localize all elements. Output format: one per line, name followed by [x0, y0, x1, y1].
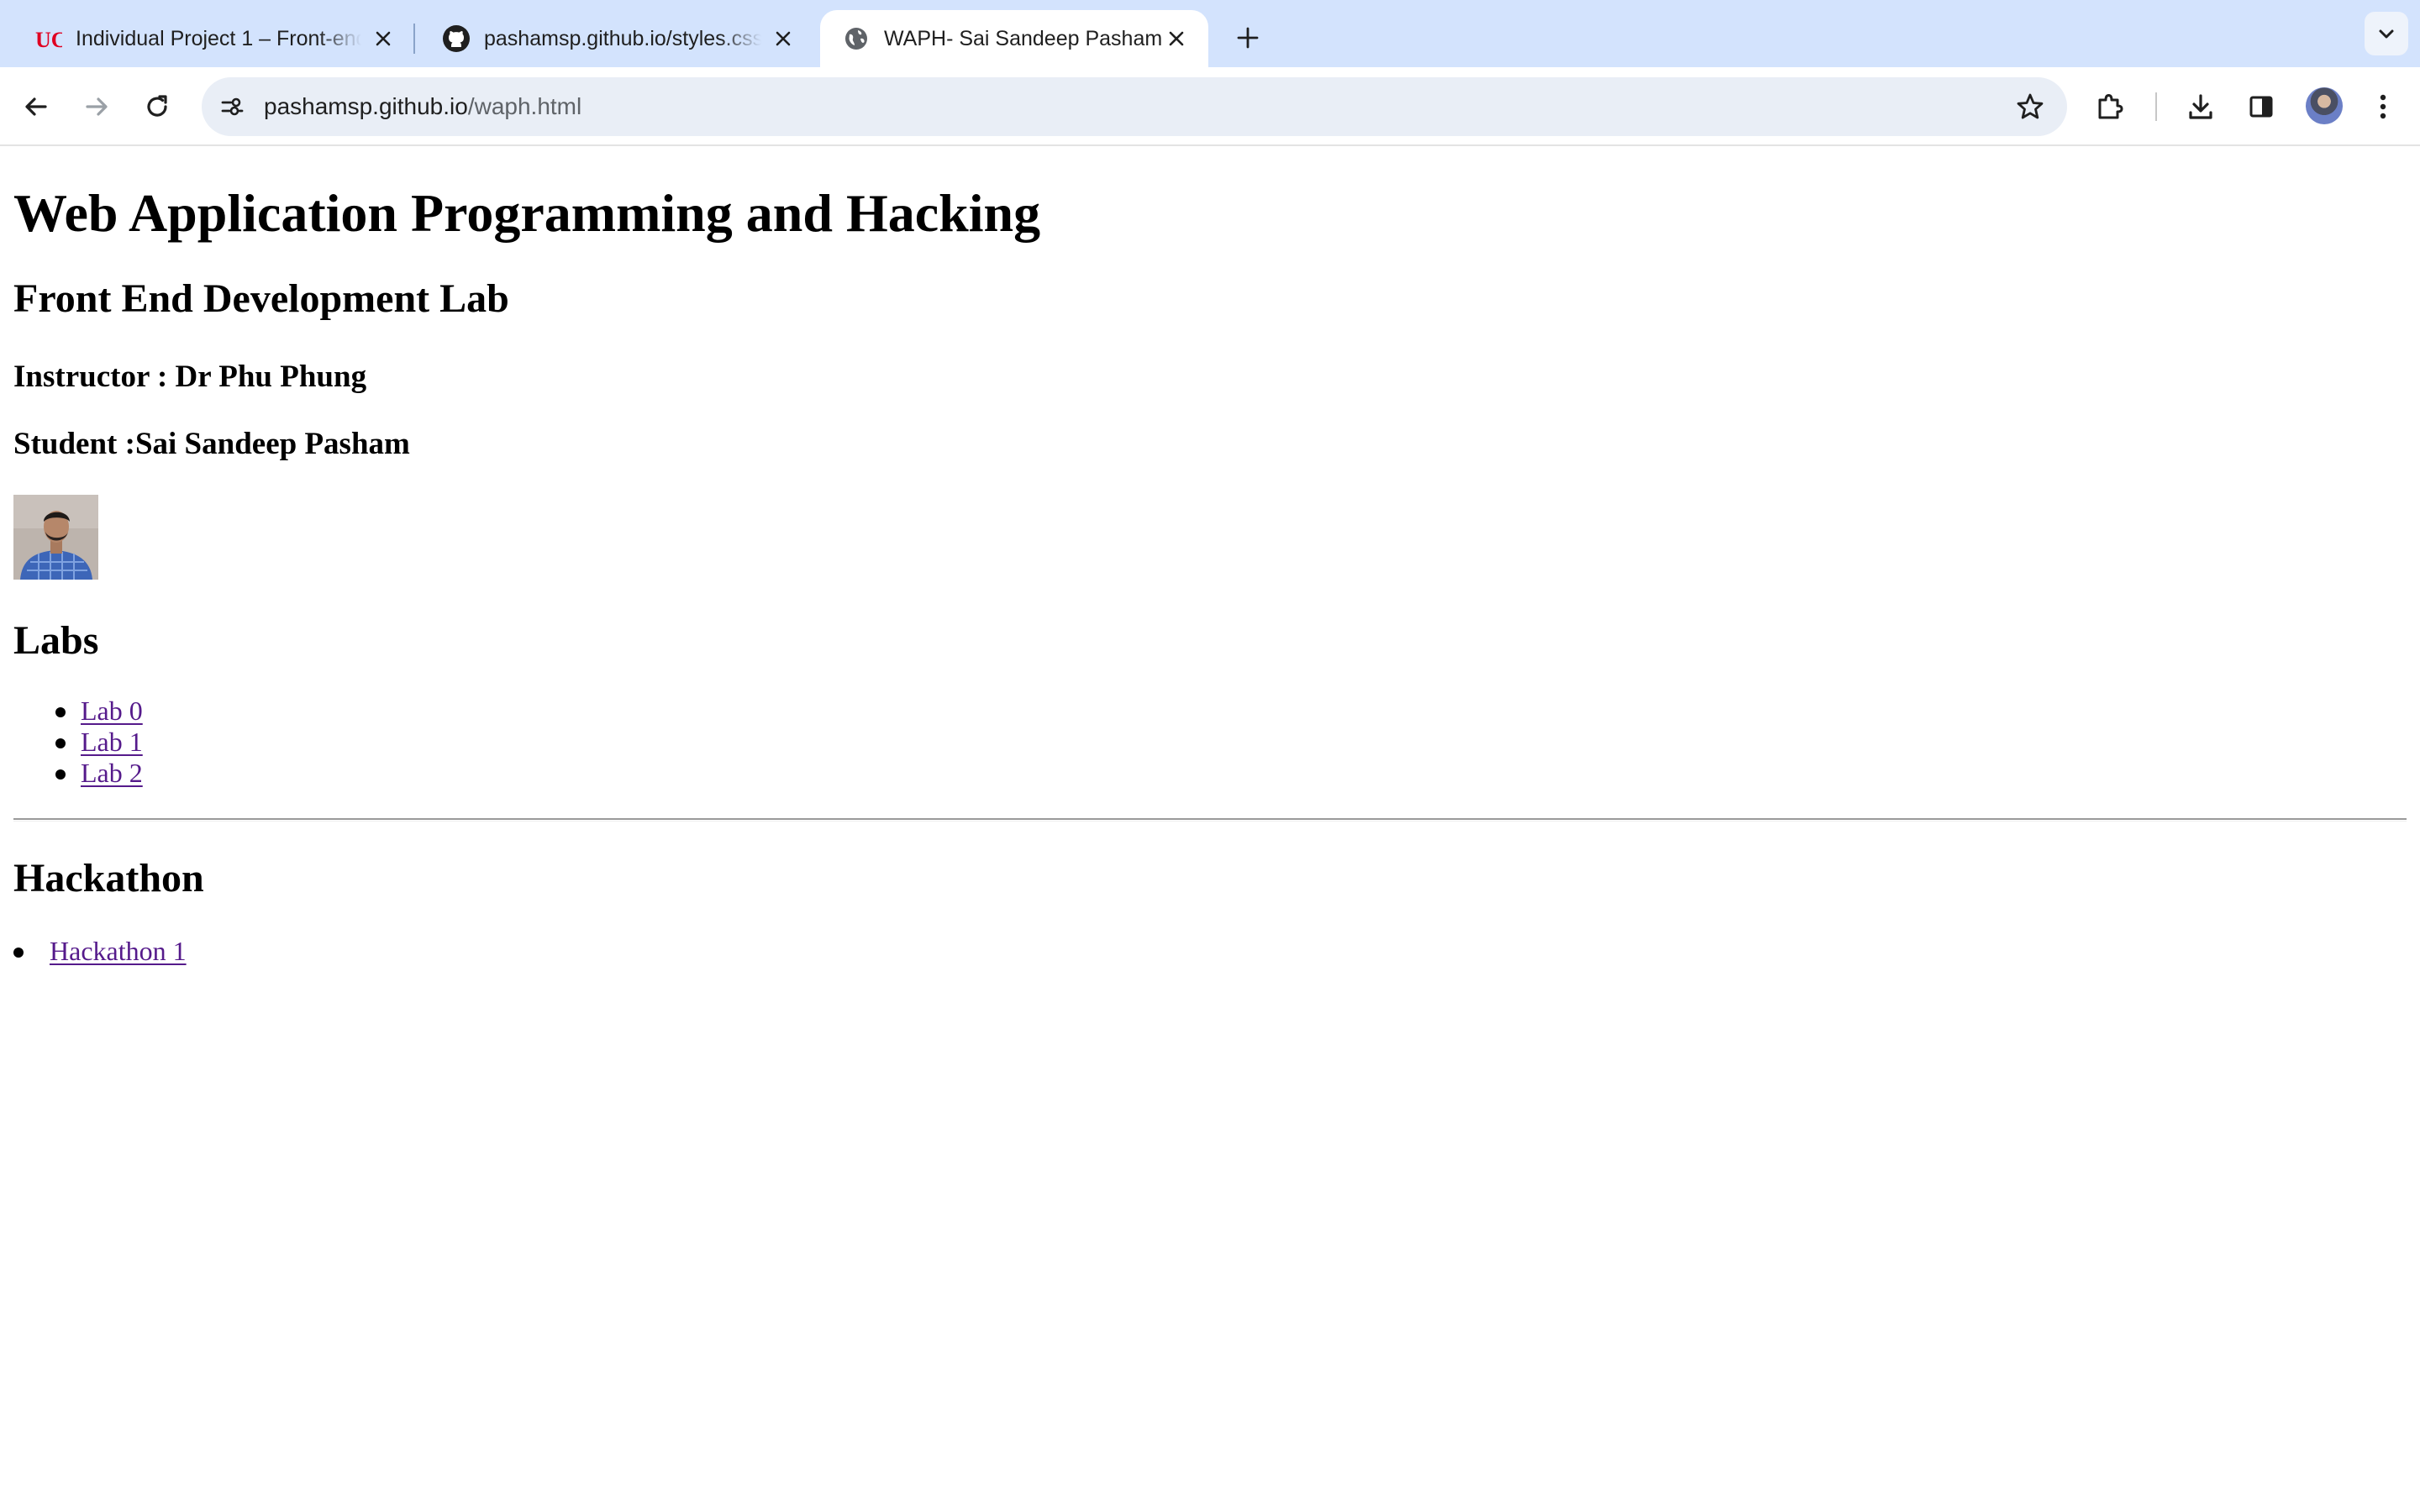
back-button[interactable]	[12, 82, 60, 131]
bullet	[55, 707, 66, 717]
address-bar[interactable]: pashamsp.github.io/waph.html	[202, 77, 2067, 136]
url-text[interactable]: pashamsp.github.io/waph.html	[264, 77, 581, 136]
bullet	[13, 948, 24, 958]
close-icon[interactable]	[768, 24, 798, 54]
site-info-icon[interactable]	[212, 87, 252, 127]
close-icon[interactable]	[1161, 24, 1192, 54]
page-content: Web Application Programming and Hacking …	[0, 148, 2420, 1512]
lab-1-link[interactable]: Lab 1	[81, 727, 143, 757]
tab-title: WAPH- Sai Sandeep Pasham	[884, 26, 1163, 50]
labs-heading: Labs	[13, 618, 99, 663]
page-title: Web Application Programming and Hacking	[13, 183, 1041, 243]
downloads-button[interactable]	[2176, 82, 2225, 131]
lab-2-link[interactable]: Lab 2	[81, 758, 143, 788]
plus-icon	[1237, 27, 1259, 49]
forward-arrow-icon	[86, 97, 108, 116]
horizontal-rule	[13, 818, 2407, 822]
download-icon	[2189, 94, 2212, 119]
kebab-menu-icon	[2380, 94, 2386, 119]
url-host: pashamsp.github.io	[264, 93, 468, 119]
browser-toolbar: pashamsp.github.io/waph.html	[0, 67, 2420, 146]
hackathon-1-link[interactable]: Hackathon 1	[50, 936, 187, 966]
reload-icon	[147, 95, 167, 117]
side-panel-button[interactable]	[2237, 82, 2286, 131]
hackathon-heading: Hackathon	[13, 856, 204, 900]
tab-search-button[interactable]	[2365, 12, 2408, 55]
extensions-button[interactable]	[2086, 82, 2134, 131]
page-subtitle: Front End Development Lab	[13, 276, 509, 321]
labs-list: Lab 0 Lab 1 Lab 2	[47, 696, 143, 789]
toolbar-divider	[2155, 92, 2157, 121]
bullet	[55, 738, 66, 748]
back-arrow-icon	[25, 97, 47, 116]
puzzle-icon	[2098, 94, 2123, 119]
list-item: Lab 0	[47, 696, 143, 727]
profile-avatar[interactable]	[2306, 87, 2343, 124]
menu-button[interactable]	[2359, 82, 2407, 131]
reload-button[interactable]	[133, 82, 182, 131]
student-heading: Student :Sai Sandeep Pasham	[13, 427, 410, 461]
github-icon	[442, 24, 471, 53]
lab-0-link[interactable]: Lab 0	[81, 696, 143, 726]
side-panel-icon	[2249, 96, 2273, 118]
uc-logo-icon: UC	[34, 24, 62, 53]
list-item: Lab 2	[47, 758, 143, 789]
chevron-down-icon	[2379, 29, 2394, 39]
tab-strip: UC Individual Project 1 – Front-end pash…	[0, 0, 2420, 67]
list-item: Hackathon 1	[0, 936, 187, 967]
close-icon[interactable]	[368, 24, 398, 54]
new-tab-button[interactable]	[1227, 17, 1269, 59]
tab-separator	[413, 24, 415, 54]
tab-styles-css[interactable]: pashamsp.github.io/styles.css	[420, 10, 815, 67]
bullet	[55, 769, 66, 780]
tab-title: Individual Project 1 – Front-end	[76, 26, 361, 50]
bookmark-star-icon[interactable]	[2010, 87, 2050, 127]
svg-text:UC: UC	[35, 28, 62, 52]
tab-title: pashamsp.github.io/styles.css	[484, 26, 761, 50]
student-photo	[13, 495, 98, 580]
instructor-heading: Instructor : Dr Phu Phung	[13, 360, 367, 394]
tab-waph-active[interactable]: WAPH- Sai Sandeep Pasham	[820, 10, 1208, 67]
forward-button[interactable]	[72, 82, 121, 131]
url-path: /waph.html	[467, 93, 582, 119]
hackathon-list: Hackathon 1	[0, 936, 187, 967]
list-item: Lab 1	[47, 727, 143, 758]
globe-icon	[842, 24, 871, 53]
tab-individual-project[interactable]: UC Individual Project 1 – Front-end	[12, 10, 415, 67]
